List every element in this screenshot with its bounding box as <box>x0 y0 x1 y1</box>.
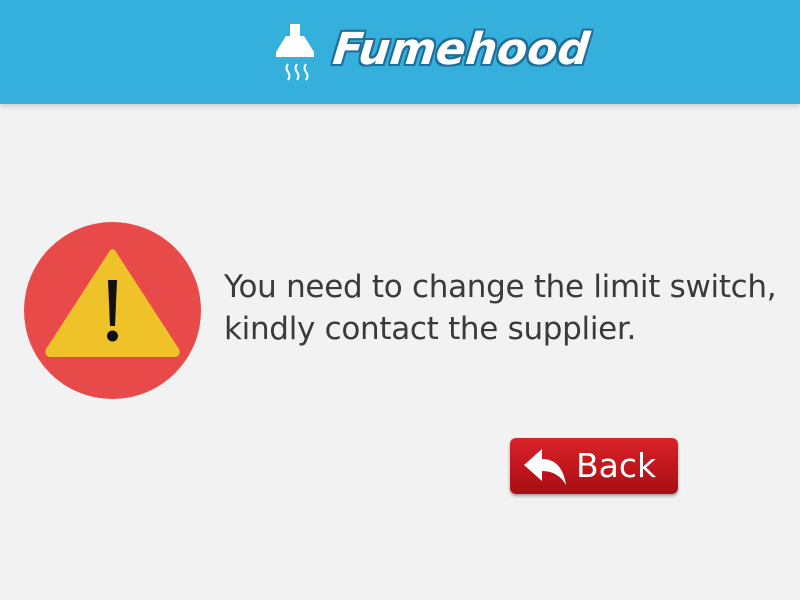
warning-icon <box>24 222 201 399</box>
back-button[interactable]: Back <box>510 438 678 494</box>
back-button-label: Back <box>576 446 657 485</box>
reply-arrow-icon <box>522 447 568 487</box>
alert-message: You need to change the limit switch, kin… <box>224 266 794 350</box>
app-logo-text: Fumehood <box>330 24 592 75</box>
app-header: Fumehood <box>0 0 800 104</box>
fume-hood-icon <box>276 24 328 86</box>
alert-message-line-2: kindly contact the supplier. <box>224 311 637 347</box>
alert-message-line-1: You need to change the limit switch, <box>224 269 777 305</box>
